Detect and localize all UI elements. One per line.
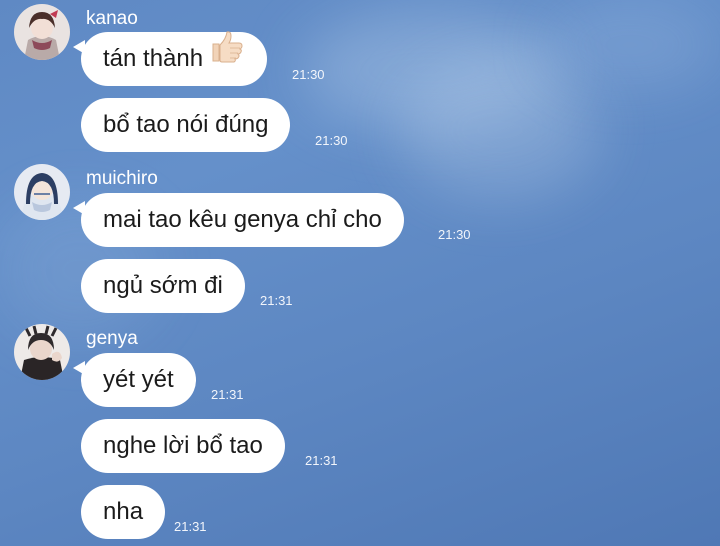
message-bubble[interactable]: mai tao kêu genya chỉ cho <box>73 193 404 247</box>
timestamp: 21:31 <box>260 293 293 308</box>
username: genya <box>86 328 138 349</box>
message-bubble[interactable]: nghe lời bổ tao <box>81 419 285 473</box>
muichiro-avatar-icon <box>14 164 70 220</box>
message-text: tán thành <box>103 45 204 72</box>
avatar[interactable] <box>14 164 70 220</box>
genya-avatar-icon <box>14 324 70 380</box>
message-text: nha <box>103 498 144 525</box>
message-bubble[interactable]: tán thành <box>72 29 268 86</box>
timestamp: 21:30 <box>315 133 348 148</box>
message-text: ngủ sớm đi <box>103 272 223 299</box>
message-text: mai tao kêu genya chỉ cho <box>103 206 382 233</box>
timestamp: 21:31 <box>305 453 338 468</box>
avatar[interactable] <box>14 324 70 380</box>
message-text: yét yét <box>103 366 174 393</box>
avatar[interactable] <box>14 4 70 60</box>
username: muichiro <box>86 168 158 189</box>
message-text: bổ tao nói đúng <box>103 111 269 138</box>
username: kanao <box>86 8 138 29</box>
timestamp: 21:31 <box>174 519 207 534</box>
thumbs-up-icon <box>209 29 245 85</box>
timestamp: 21:31 <box>211 387 244 402</box>
kanao-avatar-icon <box>14 4 70 60</box>
message-bubble[interactable]: nha <box>81 485 166 539</box>
message-bubble[interactable]: ngủ sớm đi <box>81 259 245 313</box>
message-bubble[interactable]: bổ tao nói đúng <box>81 98 291 152</box>
message-text: nghe lời bổ tao <box>103 432 263 459</box>
message-bubble[interactable]: yét yét <box>73 353 196 407</box>
timestamp: 21:30 <box>292 67 325 82</box>
timestamp: 21:30 <box>438 227 471 242</box>
